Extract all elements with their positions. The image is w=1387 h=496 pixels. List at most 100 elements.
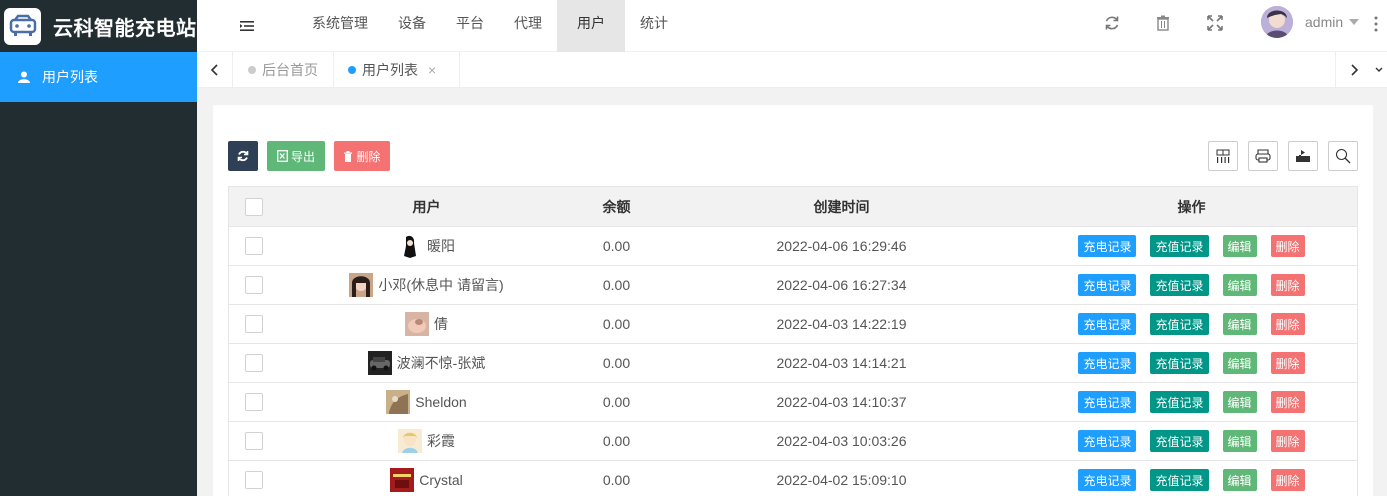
user-avatar [386, 390, 411, 414]
tab-scroll-left[interactable] [197, 52, 233, 88]
row-delete-button[interactable]: 删除 [1270, 274, 1305, 296]
row-checkbox[interactable] [245, 354, 263, 372]
row-checkbox[interactable] [245, 432, 263, 450]
recharge-record-button[interactable]: 充值记录 [1150, 313, 1209, 335]
avatar[interactable] [1261, 6, 1293, 38]
charge-record-button[interactable]: 充电记录 [1078, 352, 1137, 374]
row-delete-button[interactable]: 删除 [1270, 313, 1305, 335]
user-cell: 波澜不惊-张斌 [279, 344, 574, 382]
select-all-checkbox[interactable] [245, 197, 263, 216]
nav-agent[interactable]: 代理 [499, 0, 557, 52]
trash-icon[interactable] [1154, 14, 1172, 32]
recharge-record-button[interactable]: 充值记录 [1150, 352, 1209, 374]
sidebar-item-user-list[interactable]: 用户列表 [0, 52, 197, 102]
columns-icon [1216, 149, 1230, 163]
row-checkbox[interactable] [245, 237, 263, 255]
charge-record-button[interactable]: 充电记录 [1078, 469, 1137, 491]
row-checkbox[interactable] [245, 393, 263, 411]
close-icon[interactable]: × [428, 62, 436, 78]
refresh-button[interactable] [228, 141, 258, 171]
export-button[interactable]: 导出 [267, 141, 325, 171]
column-header-created[interactable]: 创建时间 [659, 187, 1024, 226]
recharge-record-button[interactable]: 充值记录 [1150, 235, 1209, 257]
print-button[interactable] [1248, 141, 1278, 171]
tab-scroll-right[interactable] [1335, 52, 1371, 88]
chevron-down-icon[interactable] [1349, 19, 1359, 25]
fullscreen-icon[interactable] [1206, 14, 1224, 32]
tab-dot-icon [248, 66, 256, 74]
delete-button[interactable]: 删除 [334, 141, 390, 171]
charge-record-button[interactable]: 充电记录 [1078, 430, 1137, 452]
tab-label: 后台首页 [262, 62, 318, 78]
column-header-user[interactable]: 用户 [279, 187, 574, 226]
chevron-left-icon [210, 64, 218, 76]
row-select-cell [229, 461, 279, 496]
nav-user[interactable]: 用户 [557, 0, 625, 52]
charge-record-button[interactable]: 充电记录 [1078, 313, 1137, 335]
recharge-record-button[interactable]: 充值记录 [1150, 430, 1209, 452]
row-delete-button[interactable]: 删除 [1270, 352, 1305, 374]
row-delete-button[interactable]: 删除 [1270, 391, 1305, 413]
search-button[interactable] [1328, 141, 1358, 171]
charge-record-button[interactable]: 充电记录 [1078, 391, 1137, 413]
menu-toggle-icon[interactable] [237, 16, 257, 36]
created-time-cell: 2022-04-03 14:22:19 [776, 316, 907, 332]
excel-file-icon [277, 150, 288, 162]
user-cell: 小邓(休息中 请留言) [279, 266, 574, 304]
recharge-record-button[interactable]: 充值记录 [1150, 391, 1209, 413]
edit-button[interactable]: 编辑 [1222, 313, 1257, 335]
row-checkbox[interactable] [245, 276, 263, 294]
nav-platform[interactable]: 平台 [441, 0, 499, 52]
balance-cell: 0.00 [602, 316, 631, 332]
user-name: 波澜不惊-张斌 [396, 355, 486, 371]
nav-device[interactable]: 设备 [383, 0, 441, 52]
created-time-cell: 2022-04-02 15:09:10 [776, 472, 907, 488]
recharge-record-button[interactable]: 充值记录 [1150, 274, 1209, 296]
export-table-button[interactable] [1288, 141, 1318, 171]
top-nav: 系统管理 设备 平台 代理 用户 统计 [297, 0, 683, 52]
trash-icon [344, 150, 353, 162]
tab-user-list[interactable]: 用户列表 × [334, 52, 460, 88]
edit-button[interactable]: 编辑 [1222, 469, 1257, 491]
row-select-cell [229, 227, 279, 265]
user-avatar [405, 312, 429, 336]
edit-button[interactable]: 编辑 [1222, 352, 1257, 374]
car-logo-icon [4, 7, 41, 45]
row-select-cell [229, 422, 279, 460]
username[interactable]: admin [1305, 14, 1343, 30]
more-icon[interactable] [1374, 16, 1378, 32]
row-checkbox[interactable] [245, 471, 263, 489]
column-header-balance[interactable]: 余额 [574, 187, 659, 226]
edit-button[interactable]: 编辑 [1222, 274, 1257, 296]
row-delete-button[interactable]: 删除 [1270, 469, 1305, 491]
logo: 云科智能充电站 [0, 0, 197, 52]
refresh-icon[interactable] [1103, 14, 1121, 32]
balance-cell: 0.00 [602, 277, 631, 293]
table-header-row: 用户 余额 创建时间 操作 [228, 187, 1358, 227]
tab-menu-dropdown[interactable] [1371, 52, 1387, 88]
created-time-cell: 2022-04-03 14:10:37 [776, 394, 907, 410]
sidebar-item-label: 用户列表 [42, 69, 98, 85]
row-delete-button[interactable]: 删除 [1270, 235, 1305, 257]
created-time-cell: 2022-04-06 16:27:34 [776, 277, 907, 293]
row-checkbox[interactable] [245, 315, 263, 333]
charge-record-button[interactable]: 充电记录 [1078, 274, 1137, 296]
row-delete-button[interactable]: 删除 [1270, 430, 1305, 452]
user-avatar [398, 429, 422, 453]
row-select-cell [229, 305, 279, 343]
nav-system[interactable]: 系统管理 [297, 0, 383, 52]
column-filter-button[interactable] [1208, 141, 1238, 171]
row-select-cell [229, 383, 279, 421]
edit-button[interactable]: 编辑 [1222, 391, 1257, 413]
edit-button[interactable]: 编辑 [1222, 430, 1257, 452]
tab-bar: 后台首页 用户列表 × [197, 52, 1387, 88]
user-table: 用户 余额 创建时间 操作 暖阳 0.00 2022-04-06 16:29:46 充… [228, 186, 1358, 496]
table-row: Sheldon 0.00 2022-04-03 14:10:37 充电记录 充值记录 编辑… [228, 383, 1358, 422]
table-row: 彩霞 0.00 2022-04-03 10:03:26 充电记录 充值记录 编辑 删除 [228, 422, 1358, 461]
charge-record-button[interactable]: 充电记录 [1078, 235, 1137, 257]
edit-button[interactable]: 编辑 [1222, 235, 1257, 257]
nav-stats[interactable]: 统计 [625, 0, 683, 52]
tab-home[interactable]: 后台首页 [234, 52, 334, 88]
user-name: Crystal [419, 472, 463, 488]
recharge-record-button[interactable]: 充值记录 [1150, 469, 1209, 491]
